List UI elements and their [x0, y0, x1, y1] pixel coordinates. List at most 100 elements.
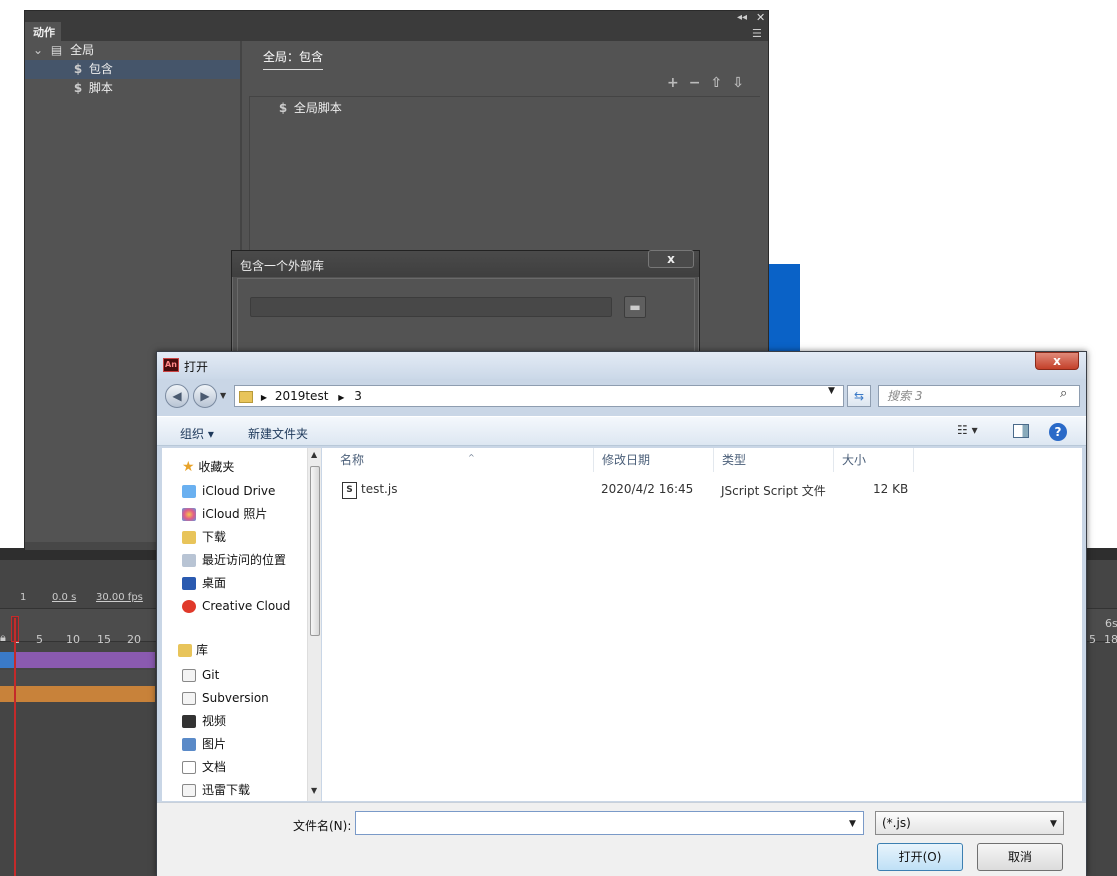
tree-item-global[interactable]: ⌄ ▤ 全局: [25, 41, 240, 60]
move-down-icon[interactable]: ⇩: [732, 75, 754, 91]
breadcrumb-item[interactable]: 2019test: [275, 389, 329, 403]
filetype-dropdown-icon[interactable]: ▼: [1050, 819, 1057, 829]
nav-item-label: 文档: [202, 760, 227, 774]
close-icon[interactable]: ✕: [756, 11, 765, 24]
preview-pane-icon[interactable]: [1013, 424, 1029, 438]
script-icon: $: [73, 62, 83, 76]
library-path-input[interactable]: [250, 297, 612, 317]
filename-input[interactable]: [355, 811, 864, 835]
layer-row-orange[interactable]: [0, 686, 155, 702]
nav-item-git[interactable]: Git: [182, 665, 219, 685]
breadcrumb-separator-icon[interactable]: ▶: [261, 393, 267, 402]
move-up-icon[interactable]: ⇧: [710, 75, 732, 91]
file-type: JScript Script 文件: [721, 484, 826, 498]
favorites-header[interactable]: ★ 收藏夹: [182, 458, 234, 475]
actions-tab[interactable]: 动作: [25, 22, 61, 41]
nav-scrollbar[interactable]: ▲ ▼: [307, 448, 321, 801]
script-icon: $: [73, 81, 83, 95]
nav-item-creative-cloud[interactable]: Creative Cloud: [182, 596, 290, 616]
document-icon: [182, 761, 196, 774]
nav-item-label: Subversion: [202, 691, 269, 705]
recent-places-icon: [182, 554, 196, 567]
nav-item-icloud-drive[interactable]: iCloud Drive: [182, 481, 275, 501]
tree-item-label: 包含: [88, 62, 113, 76]
folder-icon: [182, 784, 196, 797]
help-icon[interactable]: ?: [1049, 423, 1067, 441]
scroll-up-icon[interactable]: ▲: [311, 450, 317, 459]
layer-row[interactable]: [0, 670, 155, 686]
folder-icon[interactable]: ▬: [624, 296, 646, 318]
tree-item-script[interactable]: $ 脚本: [25, 79, 240, 98]
scroll-down-icon[interactable]: ▼: [311, 786, 317, 795]
close-button[interactable]: x: [648, 250, 694, 268]
ruler-tick-right: 18: [1104, 633, 1117, 646]
file-size: 12 KB: [873, 482, 909, 496]
address-bar[interactable]: ▶ 2019test ▶ 3: [234, 385, 844, 407]
libraries-header[interactable]: 库: [178, 641, 208, 658]
view-options-icon[interactable]: ☷ ▾: [957, 423, 978, 437]
refresh-icon[interactable]: ⇆: [847, 385, 871, 407]
close-button[interactable]: x: [1035, 352, 1079, 370]
nav-item-desktop[interactable]: 桌面: [182, 573, 226, 593]
organize-button[interactable]: 组织 ▾: [180, 425, 214, 442]
creative-cloud-icon: [182, 600, 196, 613]
nav-item-label: 桌面: [202, 576, 227, 590]
add-icon[interactable]: +: [667, 75, 689, 91]
open-button[interactable]: 打开(O): [877, 843, 963, 871]
nav-item-videos[interactable]: 视频: [182, 711, 226, 731]
filename-label: 文件名(N):: [293, 819, 352, 833]
git-icon: [182, 669, 196, 682]
filetype-select[interactable]: (*.js): [875, 811, 1064, 835]
libraries-label: 库: [196, 643, 209, 657]
nav-item-label: iCloud Drive: [202, 484, 276, 498]
time-readout[interactable]: 0.0 s: [52, 592, 76, 603]
nav-item-label: 最近访问的位置: [202, 553, 287, 567]
chevron-down-icon[interactable]: ⌄: [33, 43, 43, 57]
breadcrumb-item[interactable]: 3: [354, 389, 362, 403]
nav-item-downloads[interactable]: 下载: [182, 527, 226, 547]
nav-item-documents[interactable]: 文档: [182, 757, 226, 777]
nav-item-label: 下载: [202, 530, 227, 544]
nav-item-label: 图片: [202, 737, 227, 751]
forward-icon[interactable]: ▶: [193, 384, 217, 408]
editor-toolbar[interactable]: +−⇧⇩: [667, 75, 754, 91]
editor-heading: 全局：包含: [263, 48, 324, 70]
list-item[interactable]: $ 全局脚本: [276, 99, 342, 116]
address-dropdown-icon[interactable]: ▼: [828, 386, 835, 396]
breadcrumb-separator-icon[interactable]: ▶: [338, 393, 344, 402]
panel-menu-icon[interactable]: ☰: [752, 27, 762, 40]
remove-icon[interactable]: −: [689, 75, 711, 91]
timeline-controls: 1 0.0 s 30.00 fps: [0, 578, 160, 603]
table-row[interactable]: S test.js 2020/4/2 16:45 JScript Script …: [322, 448, 1082, 801]
search-icon[interactable]: ⌕: [1060, 386, 1067, 401]
dialog-title: 打开: [184, 360, 209, 374]
filename-dropdown-icon[interactable]: ▼: [849, 819, 856, 829]
nav-item-xunlei[interactable]: 迅雷下载: [182, 780, 250, 800]
nav-item-label: 迅雷下载: [202, 783, 251, 797]
cancel-button[interactable]: 取消: [977, 843, 1063, 871]
fps-readout[interactable]: 30.00 fps: [96, 592, 143, 603]
download-folder-icon: [182, 531, 196, 544]
layer-row-purple[interactable]: [0, 652, 155, 668]
desktop-icon: [182, 577, 196, 590]
nav-item-icloud-photos[interactable]: iCloud 照片: [182, 504, 267, 524]
tree-item-label: 全局: [70, 43, 95, 57]
ruler-tick: 10: [66, 633, 80, 646]
script-icon: $: [278, 101, 288, 115]
collapse-icon[interactable]: ◂◂: [737, 12, 747, 23]
video-icon: [182, 715, 196, 728]
file-name: test.js: [361, 482, 398, 496]
tree-item-include[interactable]: $ 包含: [25, 60, 240, 79]
nav-item-pictures[interactable]: 图片: [182, 734, 226, 754]
nav-item-subversion[interactable]: Subversion: [182, 688, 269, 708]
nav-item-recent[interactable]: 最近访问的位置: [182, 550, 286, 570]
back-icon[interactable]: ◀: [165, 384, 189, 408]
new-folder-button[interactable]: 新建文件夹: [248, 425, 308, 442]
search-input[interactable]: 搜索 3: [878, 385, 1080, 407]
scrollbar-thumb[interactable]: [310, 466, 320, 636]
playhead[interactable]: [14, 618, 16, 876]
lock-icon[interactable]: 🔒︎: [0, 631, 6, 645]
library-icon: [178, 644, 192, 657]
ruler-tick-right: 6s: [1105, 617, 1117, 630]
history-dropdown-icon[interactable]: ▼: [220, 391, 226, 400]
